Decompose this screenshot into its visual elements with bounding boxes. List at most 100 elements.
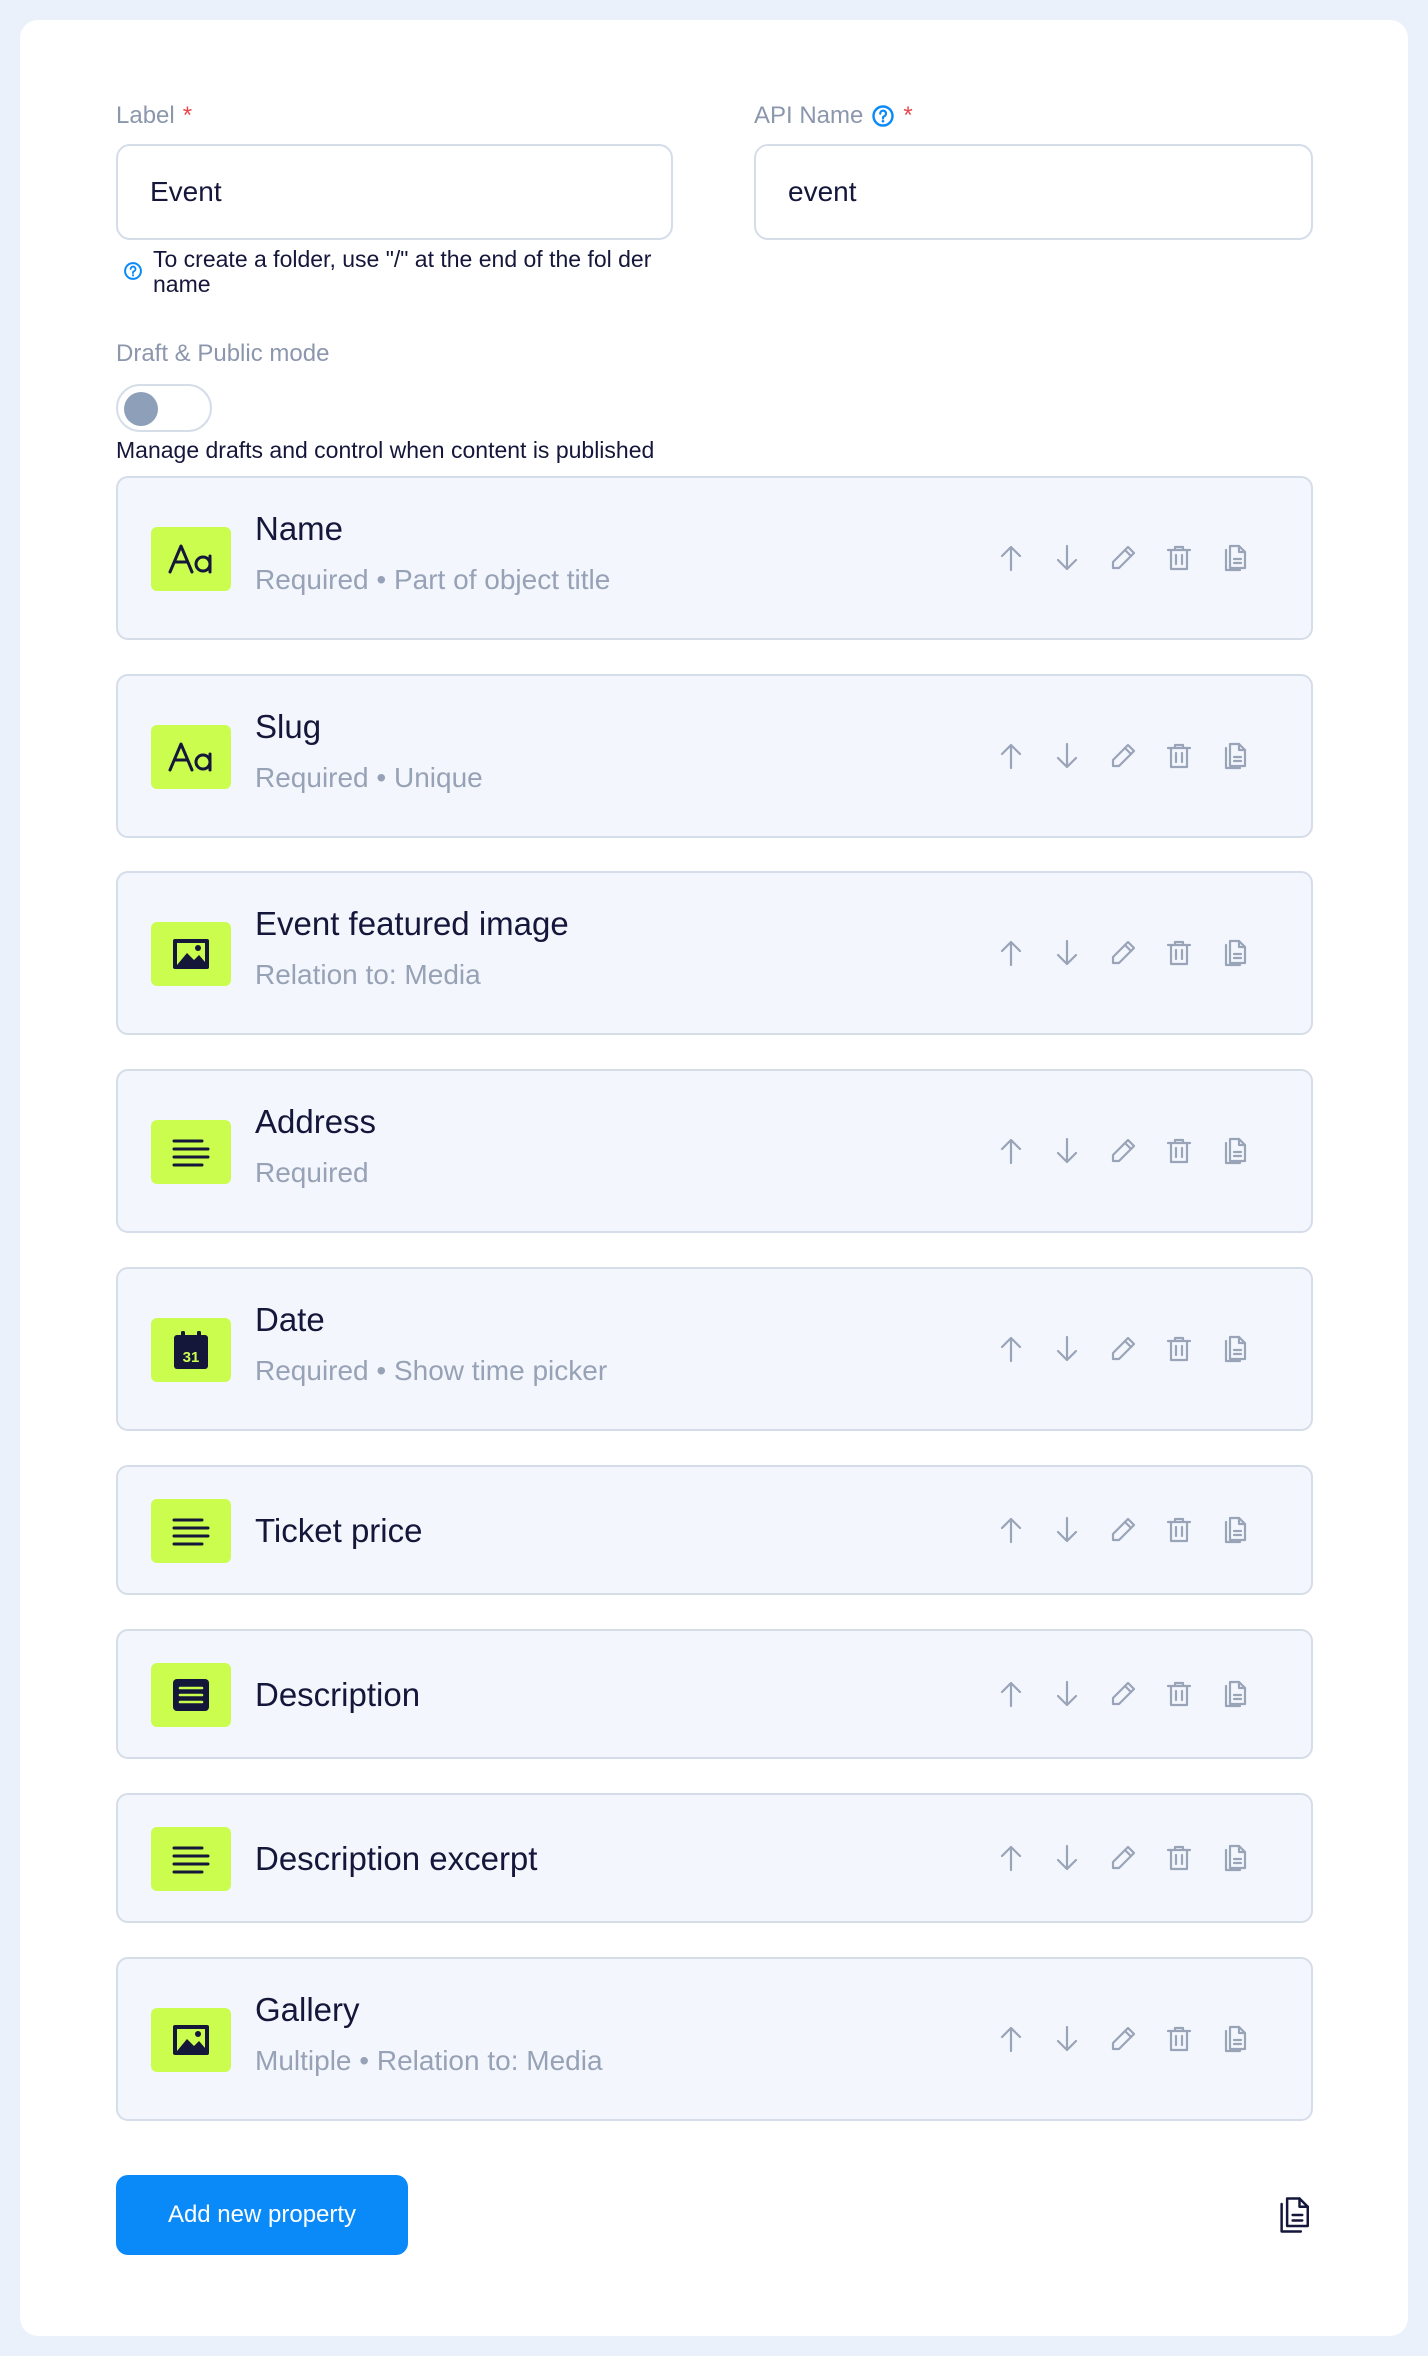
property-row[interactable]: 31 Date Required • Show time picker [116,1267,1313,1431]
property-actions [995,937,1251,969]
property-row[interactable]: Ticket price [116,1465,1313,1595]
delete-icon[interactable] [1163,1842,1195,1874]
property-actions [995,542,1251,574]
property-row[interactable]: Description [116,1629,1313,1759]
api-name-field-title-text: API Name [754,102,864,129]
duplicate-icon[interactable] [1219,1135,1251,1167]
edit-icon[interactable] [1107,740,1139,772]
image-icon [151,922,231,986]
delete-icon[interactable] [1163,1514,1195,1546]
help-icon [123,261,143,286]
delete-icon[interactable] [1163,937,1195,969]
property-title: Slug [255,708,322,745]
object-type-editor: Label * Event API Name * event To create… [20,20,1408,2336]
folder-hint: To create a folder, use "/" at the end o… [123,247,668,297]
edit-icon[interactable] [1107,1135,1139,1167]
duplicate-icon[interactable] [1219,542,1251,574]
toggle-knob [124,392,158,426]
property-details: Required • Show time picker [255,1355,608,1386]
duplicate-icon[interactable] [1219,740,1251,772]
edit-icon[interactable] [1107,542,1139,574]
property-title: Name [255,510,344,547]
draft-mode-description: Manage drafts and control when content i… [116,437,655,463]
property-details: Required • Part of object title [255,564,611,595]
edit-icon[interactable] [1107,1678,1139,1710]
property-row[interactable]: Slug Required • Unique [116,674,1313,838]
duplicate-icon[interactable] [1219,1514,1251,1546]
move-down-icon[interactable] [1051,1135,1083,1167]
required-marker: * [903,102,913,129]
move-down-icon[interactable] [1051,2023,1083,2055]
draft-mode-toggle[interactable] [116,384,212,432]
add-property-button[interactable]: Add new property [116,2175,408,2255]
move-down-icon[interactable] [1051,937,1083,969]
required-marker: * [182,102,193,129]
property-row[interactable]: Name Required • Part of object title [116,476,1313,640]
property-details: Required [255,1157,369,1188]
property-title: Description excerpt [255,1840,538,1877]
api-name-input-value: event [788,176,857,207]
draft-mode-title: Draft & Public mode [116,340,329,368]
duplicate-icon[interactable] [1219,937,1251,969]
move-up-icon[interactable] [995,1135,1027,1167]
copy-all-icon[interactable] [1272,2193,1316,2237]
edit-icon[interactable] [1107,937,1139,969]
help-icon[interactable] [871,104,895,128]
move-up-icon[interactable] [995,1333,1027,1365]
calendar-icon: 31 [151,1318,231,1382]
property-row[interactable]: Event featured image Relation to: Media [116,871,1313,1035]
move-up-icon[interactable] [995,542,1027,574]
move-up-icon[interactable] [995,937,1027,969]
draft-mode-title-text: Draft & Public mode [116,340,330,367]
rich-text-icon [151,1663,231,1727]
image-icon [151,2008,231,2072]
move-up-icon[interactable] [995,2023,1027,2055]
paragraph-icon [151,1120,231,1184]
edit-icon[interactable] [1107,2023,1139,2055]
label-field-title-text: Label [116,102,175,129]
property-actions [995,1514,1251,1546]
label-input[interactable]: Event [116,144,673,240]
property-title: Event featured image [255,905,569,942]
delete-icon[interactable] [1163,740,1195,772]
move-up-icon[interactable] [995,740,1027,772]
delete-icon[interactable] [1163,1135,1195,1167]
paragraph-icon [151,1827,231,1891]
property-details: Required • Unique [255,762,483,793]
property-details: Relation to: Media [255,959,481,990]
text-type-icon [151,725,231,789]
delete-icon[interactable] [1163,1333,1195,1365]
property-actions [995,1678,1251,1710]
delete-icon[interactable] [1163,542,1195,574]
edit-icon[interactable] [1107,1514,1139,1546]
property-actions [995,1333,1251,1365]
duplicate-icon[interactable] [1219,1678,1251,1710]
move-up-icon[interactable] [995,1514,1027,1546]
delete-icon[interactable] [1163,1678,1195,1710]
move-down-icon[interactable] [1051,1514,1083,1546]
move-up-icon[interactable] [995,1842,1027,1874]
edit-icon[interactable] [1107,1842,1139,1874]
property-row[interactable]: Gallery Multiple • Relation to: Media [116,1957,1313,2121]
duplicate-icon[interactable] [1219,1842,1251,1874]
property-title: Ticket price [255,1512,423,1549]
edit-icon[interactable] [1107,1333,1139,1365]
label-input-value: Event [150,176,222,207]
move-down-icon[interactable] [1051,1678,1083,1710]
duplicate-icon[interactable] [1219,1333,1251,1365]
folder-hint-text: To create a folder, use "/" at the end o… [153,246,652,297]
duplicate-icon[interactable] [1219,2023,1251,2055]
svg-text:31: 31 [183,1349,200,1366]
move-down-icon[interactable] [1051,1842,1083,1874]
property-title: Address [255,1103,377,1140]
move-up-icon[interactable] [995,1678,1027,1710]
move-down-icon[interactable] [1051,542,1083,574]
text-type-icon [151,527,231,591]
property-row[interactable]: Description excerpt [116,1793,1313,1923]
property-details: Multiple • Relation to: Media [255,2045,603,2076]
delete-icon[interactable] [1163,2023,1195,2055]
move-down-icon[interactable] [1051,1333,1083,1365]
property-row[interactable]: Address Required [116,1069,1313,1233]
move-down-icon[interactable] [1051,740,1083,772]
api-name-input[interactable]: event [754,144,1313,240]
